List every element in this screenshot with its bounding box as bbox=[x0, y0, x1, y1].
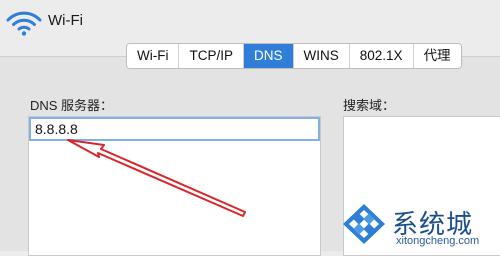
tab-proxy[interactable]: 代理 bbox=[412, 44, 461, 68]
watermark-url: xitongcheng.com bbox=[396, 235, 480, 247]
tab-tcp-ip[interactable]: TCP/IP bbox=[178, 44, 243, 68]
dns-servers-list[interactable]: 8.8.8.8 bbox=[28, 116, 321, 256]
window-title: Wi-Fi bbox=[48, 12, 83, 29]
tab-wins[interactable]: WINS bbox=[292, 44, 349, 68]
dns-servers-label: DNS 服务器： bbox=[30, 98, 114, 113]
dns-server-entry[interactable]: 8.8.8.8 bbox=[29, 117, 320, 141]
tab-wifi[interactable]: Wi-Fi bbox=[127, 44, 179, 68]
search-domains-label: 搜索域： bbox=[343, 98, 396, 113]
windows-logo-icon bbox=[343, 204, 385, 244]
tab-bar: Wi-Fi TCP/IP DNS WINS 802.1X 代理 bbox=[126, 43, 462, 69]
watermark: 系统城 xitongcheng.com bbox=[336, 202, 500, 250]
wifi-icon bbox=[6, 11, 42, 36]
tab-802-1x[interactable]: 802.1X bbox=[348, 44, 413, 68]
tab-dns[interactable]: DNS bbox=[243, 44, 293, 68]
title-bar: Wi-Fi bbox=[0, 0, 500, 42]
